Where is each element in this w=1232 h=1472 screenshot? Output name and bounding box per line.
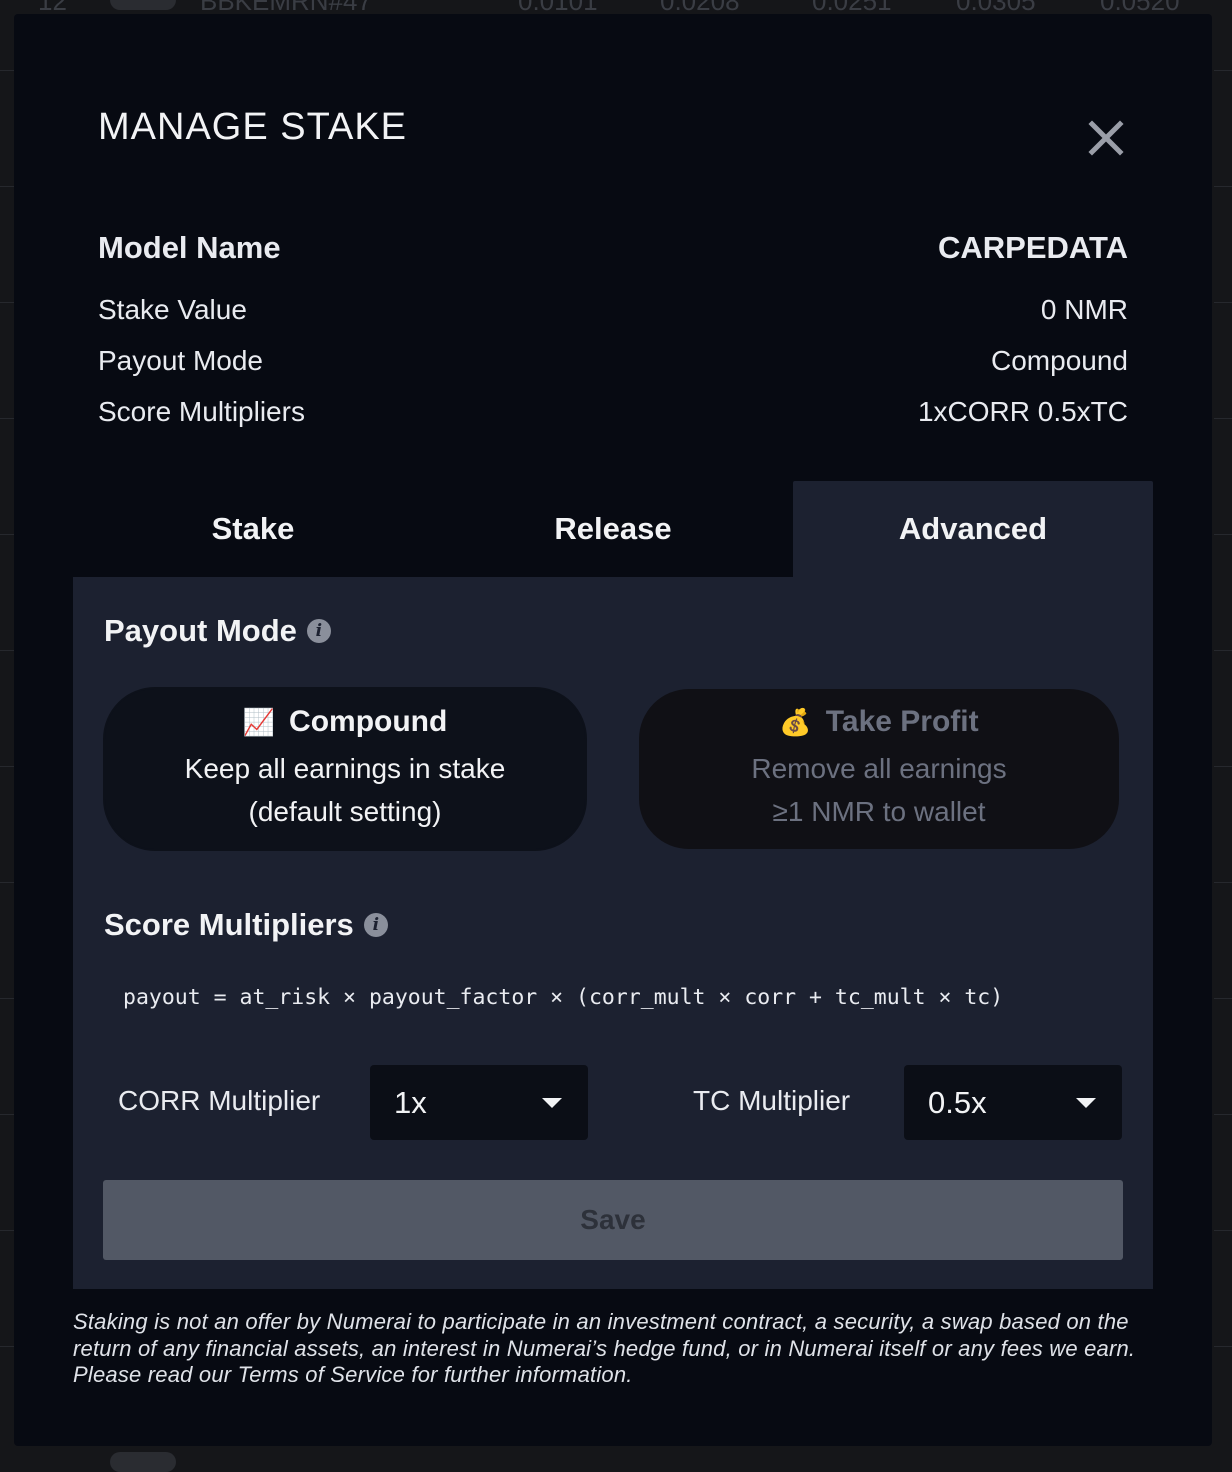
- score-multipliers-heading: Score Multipliers i: [104, 907, 388, 943]
- payout-mode-heading: Payout Mode i: [104, 613, 331, 649]
- manage-stake-modal: MANAGE STAKE Model Name CARPEDATA Stake …: [14, 14, 1212, 1446]
- info-icon[interactable]: i: [363, 913, 388, 937]
- model-name-label: Model Name: [98, 230, 281, 265]
- payout-mode-row: Payout Mode Compound: [98, 345, 1128, 377]
- save-button[interactable]: Save: [103, 1180, 1123, 1260]
- take-profit-title: Take Profit: [825, 705, 979, 738]
- chevron-down-icon: [1076, 1097, 1096, 1108]
- compound-note: (default setting): [248, 796, 442, 827]
- background-cell: BBKEMRN#47: [200, 0, 372, 14]
- payout-mode-value: Compound: [991, 345, 1128, 376]
- compound-option-title: 📈 Compound: [243, 705, 448, 739]
- background-cell: 12: [38, 0, 67, 14]
- corr-multiplier-select[interactable]: 1x: [370, 1065, 588, 1140]
- take-profit-option[interactable]: 💰 Take Profit Remove all earnings ≥1 NMR…: [639, 689, 1119, 849]
- background-cell: 0.0251: [812, 0, 892, 14]
- background-cell: 0.0520: [1100, 0, 1180, 14]
- model-name-value: CARPEDATA: [937, 230, 1128, 265]
- payout-mode-label: Payout Mode: [98, 345, 263, 376]
- take-profit-description: Remove all earnings: [751, 753, 1007, 784]
- tab-stake[interactable]: Stake: [73, 481, 433, 577]
- score-multipliers-title: Score Multipliers: [104, 907, 354, 942]
- stake-tabs: Stake Release Advanced: [73, 481, 1153, 577]
- score-multipliers-row: Score Multipliers 1xCORR 0.5xTC: [98, 396, 1128, 428]
- payout-formula: payout = at_risk × payout_factor × (corr…: [123, 985, 1004, 1010]
- tc-multiplier-label: TC Multiplier: [693, 1085, 851, 1116]
- money-bag-icon: 💰: [779, 706, 812, 737]
- background-cell: 0.0101: [518, 0, 598, 14]
- tc-multiplier-select[interactable]: 0.5x: [904, 1065, 1122, 1140]
- compound-title: Compound: [289, 705, 448, 738]
- corr-multiplier-value: 1x: [394, 1084, 427, 1120]
- score-multipliers-value: 1xCORR 0.5xTC: [917, 396, 1128, 427]
- payout-mode-title: Payout Mode: [104, 613, 297, 648]
- background-cell: 0.0305: [956, 0, 1036, 14]
- info-icon[interactable]: i: [306, 619, 331, 643]
- take-profit-option-title: 💰 Take Profit: [779, 705, 978, 739]
- take-profit-note: ≥1 NMR to wallet: [772, 796, 986, 827]
- modal-title: MANAGE STAKE: [98, 106, 408, 148]
- compound-description: Keep all earnings in stake: [184, 753, 506, 784]
- advanced-panel: Payout Mode i 📈 Compound Keep all earnin…: [73, 577, 1153, 1289]
- score-multipliers-label: Score Multipliers: [98, 396, 305, 427]
- chevron-down-icon: [542, 1097, 562, 1108]
- model-name-row: Model Name CARPEDATA: [98, 230, 1128, 266]
- close-icon[interactable]: [1086, 118, 1126, 158]
- tab-release[interactable]: Release: [433, 481, 793, 577]
- tc-multiplier-value: 0.5x: [928, 1084, 987, 1120]
- staking-disclaimer: Staking is not an offer by Numerai to pa…: [73, 1309, 1136, 1387]
- tab-advanced[interactable]: Advanced: [793, 481, 1153, 577]
- background-avatar: [110, 1452, 176, 1472]
- background-cell: 0.0208: [660, 0, 740, 14]
- compound-option[interactable]: 📈 Compound Keep all earnings in stake (d…: [105, 689, 585, 849]
- stake-value-label: Stake Value: [98, 294, 247, 325]
- corr-multiplier-label: CORR Multiplier: [118, 1085, 321, 1116]
- stake-value-row: Stake Value 0 NMR: [98, 294, 1128, 326]
- background-table-row: 12 BBKEMRN#47 0.0101 0.0208 0.0251 0.030…: [0, 0, 1232, 14]
- chart-increasing-icon: 📈: [242, 706, 276, 737]
- background-avatar: [110, 0, 176, 10]
- stake-value-value: 0 NMR: [1040, 294, 1128, 325]
